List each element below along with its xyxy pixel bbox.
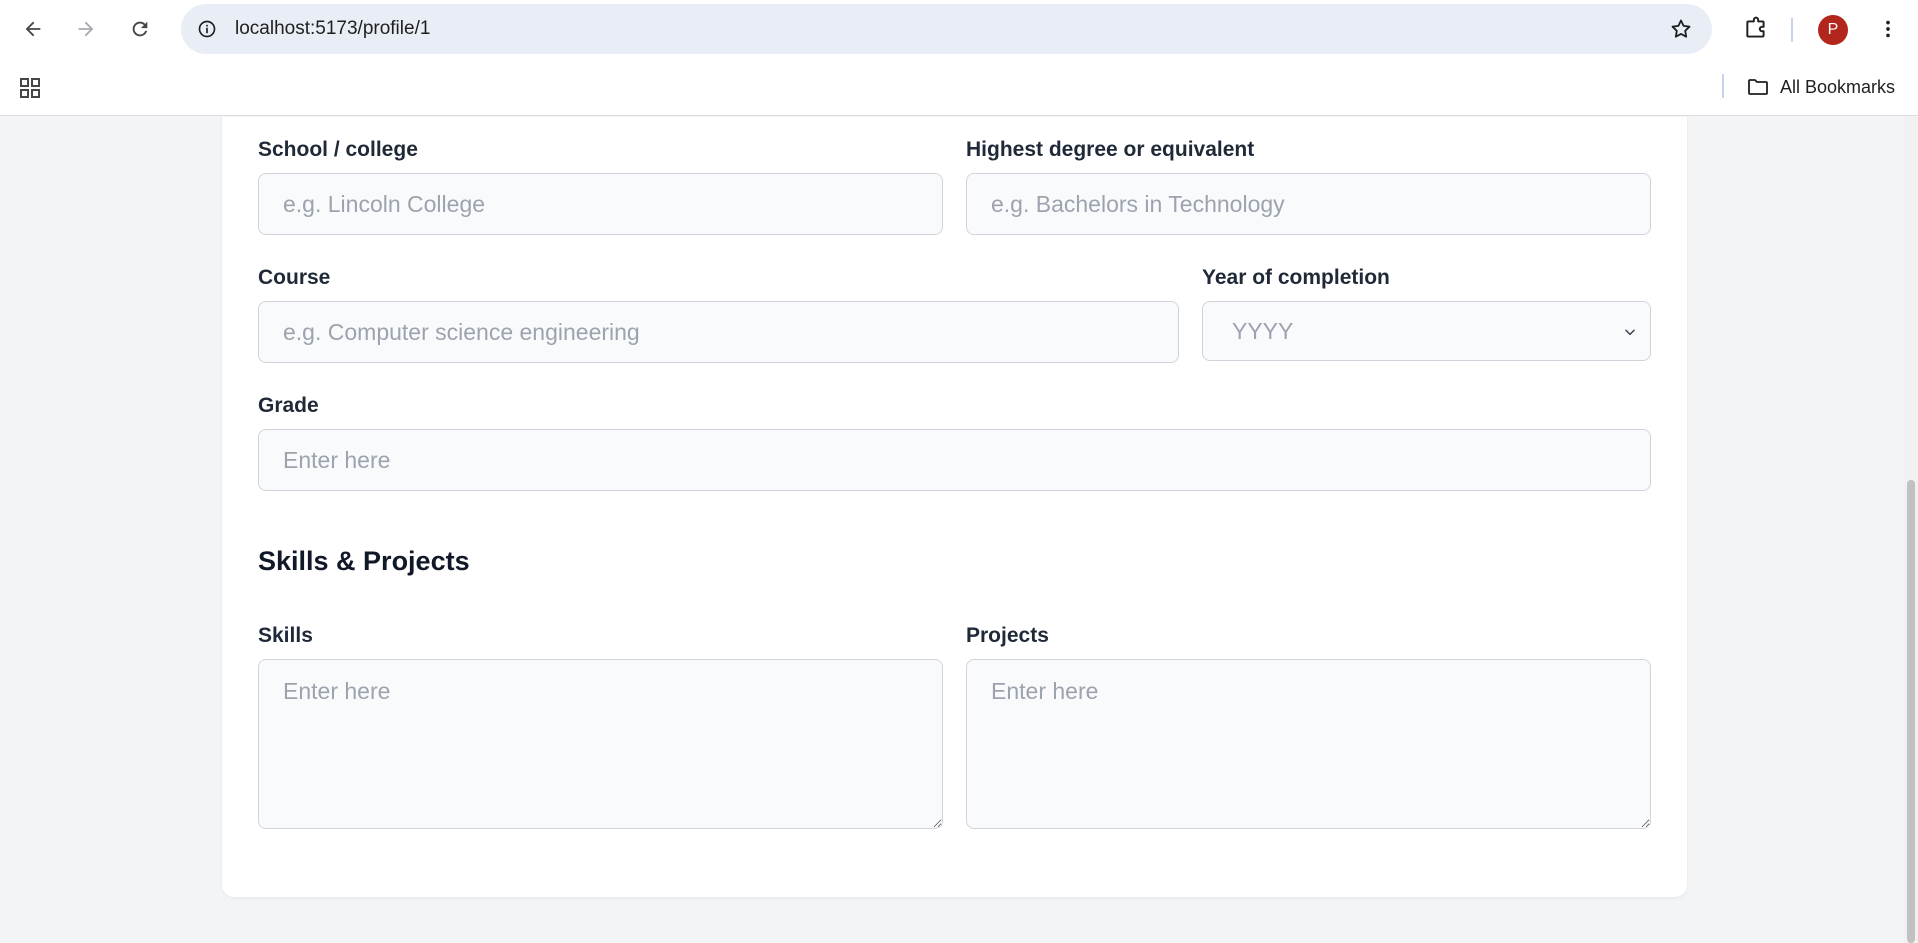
page-scrollbar[interactable] [1904,117,1918,943]
browser-toolbar: localhost:5173/profile/1 P [0,0,1918,58]
bookmarks-bar: All Bookmarks [0,58,1918,116]
school-label: School / college [258,138,418,161]
scrollbar-thumb[interactable] [1907,480,1915,943]
projects-textarea[interactable] [966,659,1651,829]
course-input[interactable] [258,301,1179,363]
extensions-button[interactable] [1738,11,1774,47]
more-vert-icon [1886,20,1890,38]
bookmarks-divider [1722,74,1724,98]
profile-avatar[interactable]: P [1818,15,1848,45]
page-viewport: School / college Highest degree or equiv… [0,117,1918,943]
skills-textarea[interactable] [258,659,943,829]
url-text[interactable]: localhost:5173/profile/1 [235,18,430,40]
folder-icon [1748,79,1768,95]
reload-button[interactable] [122,11,158,47]
course-label: Course [258,266,331,289]
year-label: Year of completion [1202,266,1390,289]
degree-input[interactable] [966,173,1651,235]
forward-arrow-icon [78,21,94,37]
grade-input[interactable] [258,429,1651,491]
chevron-down-icon [1620,322,1640,342]
forward-button[interactable] [68,11,104,47]
reload-icon [132,21,148,37]
all-bookmarks-button[interactable]: All Bookmarks [1746,72,1895,102]
projects-label: Projects [966,624,1049,647]
puzzle-icon [1746,16,1765,38]
skills-label: Skills [258,624,313,647]
school-input[interactable] [258,173,943,235]
back-button[interactable] [15,11,51,47]
bookmark-star-icon[interactable] [1668,16,1694,42]
skills-projects-heading: Skills & Projects [258,546,470,576]
grade-label: Grade [258,394,319,417]
all-bookmarks-label: All Bookmarks [1780,76,1896,97]
degree-label: Highest degree or equivalent [966,138,1255,161]
profile-form-card: School / college Highest degree or equiv… [222,117,1687,897]
site-info-icon[interactable] [195,17,219,41]
apps-grid-icon[interactable] [14,72,46,104]
address-bar[interactable]: localhost:5173/profile/1 [181,4,1712,54]
year-select-value: YYYY [1232,317,1294,344]
toolbar-divider [1791,18,1793,42]
browser-menu-button[interactable] [1870,11,1906,47]
year-select[interactable]: YYYY [1202,301,1651,361]
back-arrow-icon [25,21,41,37]
